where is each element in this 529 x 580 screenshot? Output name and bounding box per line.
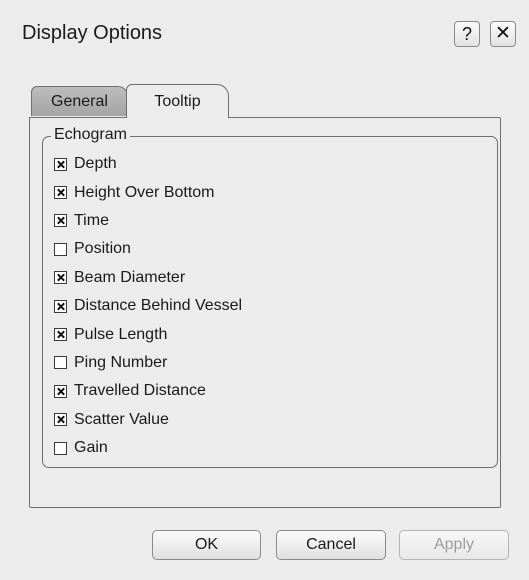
checkbox-height-over-bottom[interactable] bbox=[54, 186, 67, 200]
tab-tooltip[interactable]: Tooltip bbox=[126, 84, 229, 118]
echogram-group-title: Echogram bbox=[51, 126, 130, 144]
ok-button[interactable]: OK bbox=[152, 530, 261, 560]
checkbox-row-travelled-distance[interactable]: Travelled Distance bbox=[54, 377, 242, 405]
checkbox-time[interactable] bbox=[54, 214, 67, 228]
tooltip-tab-panel: Echogram Depth Height Over Bottom Time Posi… bbox=[29, 117, 501, 508]
close-button[interactable]: ✕ bbox=[490, 21, 516, 47]
checkbox-row-time[interactable]: Time bbox=[54, 207, 242, 235]
checkbox-label-scatter-value: Scatter Value bbox=[74, 410, 169, 428]
checkbox-label-ping-number: Ping Number bbox=[74, 353, 168, 371]
checkbox-row-ping-number[interactable]: Ping Number bbox=[54, 349, 242, 377]
tab-general[interactable]: General bbox=[31, 86, 128, 116]
checkbox-label-gain: Gain bbox=[74, 439, 108, 457]
checkbox-label-beam-diameter: Beam Diameter bbox=[74, 268, 186, 286]
checkbox-label-distance-behind-vessel: Distance Behind Vessel bbox=[74, 297, 243, 315]
dialog-title: Display Options bbox=[22, 22, 163, 44]
checkbox-label-position: Position bbox=[74, 240, 131, 258]
checkbox-row-depth[interactable]: Depth bbox=[54, 150, 242, 178]
checkbox-beam-diameter[interactable] bbox=[54, 271, 67, 285]
checkbox-distance-behind-vessel[interactable] bbox=[54, 299, 67, 313]
display-options-dialog: Display Options ? ✕ General Tooltip Echo… bbox=[0, 0, 529, 580]
echogram-group: Echogram Depth Height Over Bottom Time Posi… bbox=[42, 126, 498, 468]
checkbox-position[interactable] bbox=[54, 242, 67, 256]
checkbox-row-beam-diameter[interactable]: Beam Diameter bbox=[54, 264, 242, 292]
checkbox-label-time: Time bbox=[74, 211, 109, 229]
checkbox-label-depth: Depth bbox=[74, 155, 117, 173]
checkbox-travelled-distance[interactable] bbox=[54, 384, 67, 398]
checkbox-scatter-value[interactable] bbox=[54, 413, 67, 427]
checkbox-row-gain[interactable]: Gain bbox=[54, 434, 242, 462]
checkbox-label-height-over-bottom: Height Over Bottom bbox=[74, 183, 215, 201]
checkbox-gain[interactable] bbox=[54, 441, 67, 455]
checkbox-label-travelled-distance: Travelled Distance bbox=[74, 382, 206, 400]
cancel-button[interactable]: Cancel bbox=[276, 530, 386, 560]
checkbox-depth[interactable] bbox=[54, 157, 67, 171]
checkbox-row-distance-behind-vessel[interactable]: Distance Behind Vessel bbox=[54, 292, 242, 320]
checkbox-row-pulse-length[interactable]: Pulse Length bbox=[54, 320, 242, 348]
checkbox-pulse-length[interactable] bbox=[54, 328, 67, 342]
help-button[interactable]: ? bbox=[454, 21, 480, 47]
checkbox-row-position[interactable]: Position bbox=[54, 235, 242, 263]
apply-button: Apply bbox=[399, 530, 509, 560]
checkbox-ping-number[interactable] bbox=[54, 356, 67, 370]
checkbox-row-scatter-value[interactable]: Scatter Value bbox=[54, 406, 242, 434]
echogram-checkbox-list: Depth Height Over Bottom Time Position Beam … bbox=[54, 150, 242, 462]
checkbox-row-height-over-bottom[interactable]: Height Over Bottom bbox=[54, 178, 242, 206]
checkbox-label-pulse-length: Pulse Length bbox=[74, 325, 168, 343]
